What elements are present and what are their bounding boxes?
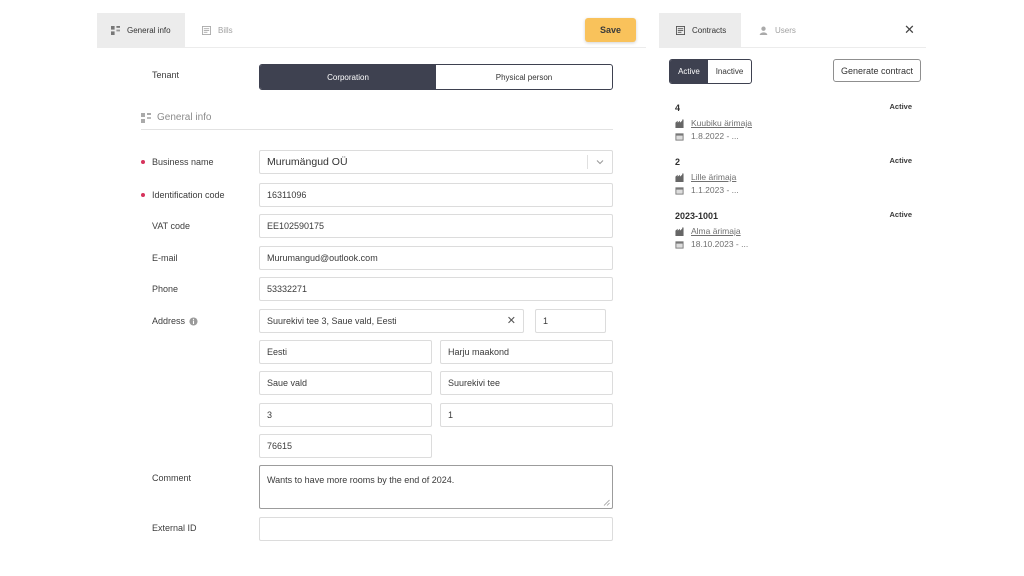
right-tab-bar: Contracts Users xyxy=(659,13,926,48)
house-number-value: 3 xyxy=(267,410,273,420)
vat-code-field[interactable]: EE102590175 xyxy=(259,214,613,238)
contract-number: 4 xyxy=(675,103,681,113)
contract-number: 2023-1001 xyxy=(675,211,719,221)
tenant-label: Tenant xyxy=(152,70,180,80)
street-value: Suurekivi tee xyxy=(448,378,501,388)
address-search-field[interactable]: Suurekivi tee 3, Saue vald, Eesti ✕ xyxy=(259,309,524,333)
left-tab-bar: General info Bills xyxy=(97,13,646,48)
business-name-select[interactable]: Murumängud OÜ xyxy=(259,150,613,174)
contract-icon xyxy=(676,26,685,35)
postal-code-value: 76615 xyxy=(267,441,293,451)
contract-date-row: 1.8.2022 - ... xyxy=(675,131,739,141)
contract-date-row: 18.10.2023 - ... xyxy=(675,239,748,249)
calendar-icon xyxy=(675,240,684,249)
county-value: Harju maakond xyxy=(448,347,510,357)
contract-dates: 1.8.2022 - ... xyxy=(691,131,739,141)
external-id-field[interactable] xyxy=(259,517,613,541)
identification-code-value: 16311096 xyxy=(267,190,307,200)
contract-property-row: Kuubiku ärimaja xyxy=(675,118,752,128)
contract-property-link[interactable]: Kuubiku ärimaja xyxy=(691,118,752,128)
tab-bills[interactable]: Bills xyxy=(202,13,262,48)
business-name-value: Murumängud OÜ xyxy=(267,156,348,168)
email-label: E-mail xyxy=(152,253,178,263)
bill-icon xyxy=(202,26,211,35)
address-label: Address xyxy=(152,316,186,326)
building-icon xyxy=(675,172,684,182)
unit-value: 1 xyxy=(448,410,454,420)
country-field[interactable]: Eesti xyxy=(259,340,432,364)
filter-inactive-option[interactable]: Inactive xyxy=(708,60,751,83)
address-label-row: Address xyxy=(152,316,198,326)
unit-field[interactable]: 1 xyxy=(440,403,613,427)
country-value: Eesti xyxy=(267,347,288,357)
apartment-field[interactable]: 1 xyxy=(535,309,606,333)
comment-value: Wants to have more rooms by the end of 2… xyxy=(267,475,455,485)
status-badge: Active xyxy=(889,210,912,219)
generate-contract-button[interactable]: Generate contract xyxy=(833,59,921,82)
county-field[interactable]: Harju maakond xyxy=(440,340,613,364)
address-full-value: Suurekivi tee 3, Saue vald, Eesti xyxy=(267,316,397,326)
calendar-icon xyxy=(675,186,684,195)
contract-status-filter: Active Inactive xyxy=(669,59,752,84)
resize-handle-icon[interactable] xyxy=(603,499,610,506)
tab-general-info[interactable]: General info xyxy=(97,13,185,48)
comment-textarea[interactable]: Wants to have more rooms by the end of 2… xyxy=(259,465,613,509)
comment-label: Comment xyxy=(152,473,192,483)
contract-property-link[interactable]: Lille ärimaja xyxy=(691,172,736,182)
contract-property-row: Lille ärimaja xyxy=(675,172,736,182)
calendar-icon xyxy=(675,132,684,141)
street-field[interactable]: Suurekivi tee xyxy=(440,371,613,395)
identification-code-label: Identification code xyxy=(152,190,225,200)
contract-dates: 1.1.2023 - ... xyxy=(691,185,739,195)
section-general-info: General info xyxy=(141,112,613,130)
grid-icon xyxy=(111,26,120,35)
phone-label: Phone xyxy=(152,284,179,294)
tab-users[interactable]: Users xyxy=(759,13,819,48)
tab-label: Bills xyxy=(218,26,233,35)
info-icon[interactable] xyxy=(189,316,198,326)
grid-icon xyxy=(141,113,151,123)
save-button[interactable]: Save xyxy=(585,18,636,42)
status-badge: Active xyxy=(889,156,912,165)
tenant-corporation-option[interactable]: Corporation xyxy=(260,65,436,89)
status-badge: Active xyxy=(889,102,912,111)
required-indicator xyxy=(141,160,145,164)
postal-code-field[interactable]: 76615 xyxy=(259,434,432,458)
apartment-value: 1 xyxy=(543,316,549,326)
email-value: Murumangud@outlook.com xyxy=(267,253,378,263)
vat-code-label: VAT code xyxy=(152,221,191,231)
divider xyxy=(587,155,588,169)
tab-label: General info xyxy=(127,26,171,35)
contract-dates: 18.10.2023 - ... xyxy=(691,239,749,249)
building-icon xyxy=(675,226,684,236)
tab-contracts[interactable]: Contracts xyxy=(659,13,741,48)
contract-date-row: 1.1.2023 - ... xyxy=(675,185,739,195)
vat-code-value: EE102590175 xyxy=(267,221,325,231)
tab-label: Users xyxy=(775,26,796,35)
house-number-field[interactable]: 3 xyxy=(259,403,432,427)
identification-code-field[interactable]: 16311096 xyxy=(259,183,613,207)
tenant-type-toggle: Corporation Physical person xyxy=(259,64,613,90)
user-icon xyxy=(759,26,768,35)
clear-icon[interactable]: ✕ xyxy=(507,316,516,327)
close-icon[interactable]: ✕ xyxy=(904,22,915,38)
phone-value: 53332271 xyxy=(267,284,308,294)
building-icon xyxy=(675,118,684,128)
municipality-field[interactable]: Saue vald xyxy=(259,371,432,395)
contract-number: 2 xyxy=(675,157,681,167)
tab-label: Contracts xyxy=(692,26,727,35)
phone-field[interactable]: 53332271 xyxy=(259,277,613,301)
contract-property-row: Alma ärimaja xyxy=(675,226,741,236)
section-title: General info xyxy=(157,112,212,123)
contract-property-link[interactable]: Alma ärimaja xyxy=(691,226,741,236)
business-name-label: Business name xyxy=(152,157,214,167)
email-field[interactable]: Murumangud@outlook.com xyxy=(259,246,613,270)
filter-active-option[interactable]: Active xyxy=(670,60,708,83)
required-indicator xyxy=(141,193,145,197)
municipality-value: Saue vald xyxy=(267,378,308,388)
tenant-physical-person-option[interactable]: Physical person xyxy=(436,65,612,89)
external-id-label: External ID xyxy=(152,523,197,533)
chevron-down-icon[interactable] xyxy=(595,157,605,167)
